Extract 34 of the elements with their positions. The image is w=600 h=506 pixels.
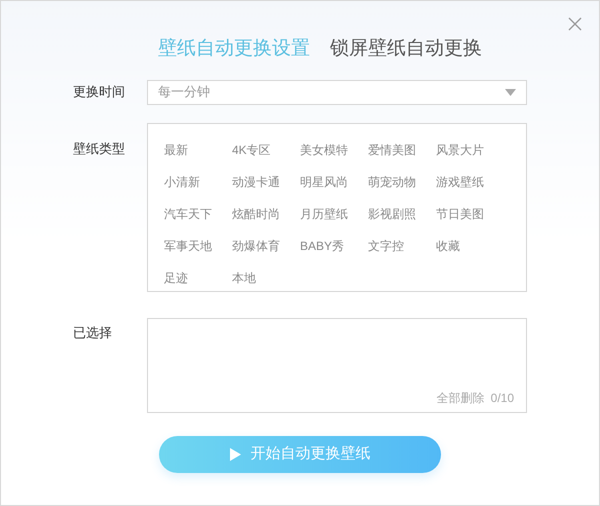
category-item[interactable]: BABY秀 — [300, 239, 344, 253]
category-item[interactable]: 4K专区 — [232, 143, 271, 157]
category-item[interactable]: 明星风尚 — [300, 175, 348, 189]
category-item[interactable]: 萌宠动物 — [368, 175, 416, 189]
category-item[interactable]: 足迹 — [164, 271, 188, 285]
category-item[interactable]: 游戏壁纸 — [436, 175, 484, 189]
category-item[interactable]: 收藏 — [436, 239, 460, 253]
interval-dropdown[interactable]: 每一分钟 — [147, 80, 527, 104]
category-item[interactable]: 爱情美图 — [368, 143, 416, 157]
tab[interactable]: 壁纸自动更换设置 — [158, 35, 310, 61]
interval-label: 更换时间 — [72, 83, 126, 102]
selected-label: 已选择 — [72, 324, 113, 342]
play-icon — [230, 448, 240, 461]
type-label: 壁纸类型 — [72, 140, 126, 158]
tab[interactable]: 锁屏壁纸自动更换 — [330, 35, 482, 61]
caret-icon — [505, 88, 516, 96]
start-button[interactable]: 开始自动更换壁纸 — [159, 436, 441, 473]
category-item[interactable]: 风景大片 — [436, 143, 484, 157]
category-item[interactable]: 动漫卡通 — [232, 175, 280, 189]
category-item[interactable]: 汽车天下 — [164, 207, 212, 221]
category-item[interactable]: 最新 — [164, 143, 188, 157]
category-item[interactable]: 节日美图 — [436, 207, 484, 221]
close-icon[interactable] — [568, 17, 582, 31]
category-item[interactable]: 军事天地 — [164, 239, 212, 253]
category-item[interactable]: 文字控 — [368, 239, 404, 253]
category-item[interactable]: 小清新 — [164, 175, 200, 189]
category-item[interactable]: 影视剧照 — [368, 207, 416, 221]
category-item[interactable]: 炫酷时尚 — [232, 207, 280, 221]
category-item[interactable]: 本地 — [232, 271, 256, 285]
category-item[interactable]: 劲爆体育 — [232, 239, 280, 253]
clear-all-link[interactable]: 全部删除 — [436, 389, 485, 407]
selection-count: 0/10 — [490, 390, 514, 407]
category-item[interactable]: 月历壁纸 — [300, 207, 348, 221]
category-item[interactable]: 美女模特 — [300, 143, 348, 157]
